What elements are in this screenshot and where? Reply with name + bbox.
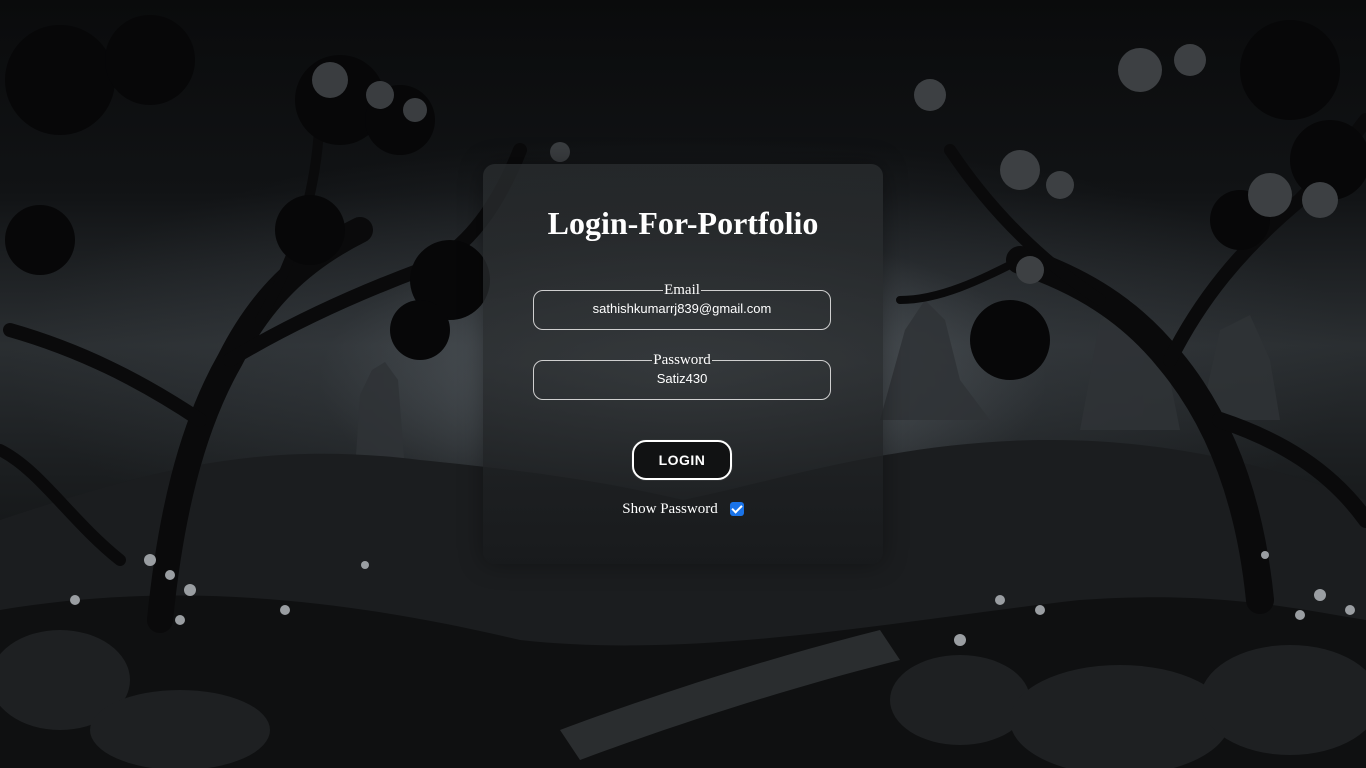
- checkmark-icon: [731, 502, 743, 514]
- password-input[interactable]: Satiz430: [542, 371, 822, 387]
- password-label: Password: [534, 351, 830, 369]
- password-field[interactable]: Password Satiz430: [533, 352, 831, 400]
- email-input[interactable]: sathishkumarrj839@gmail.com: [542, 301, 822, 317]
- email-label-text: Email: [663, 282, 701, 299]
- password-label-text: Password: [652, 352, 712, 369]
- show-password-row: Show Password: [483, 500, 883, 520]
- show-password-checkbox[interactable]: [729, 502, 744, 517]
- email-field[interactable]: Email sathishkumarrj839@gmail.com: [533, 282, 831, 330]
- page-title: Login-For-Portfolio: [547, 205, 819, 241]
- show-password-label: Show Password: [622, 501, 718, 518]
- email-label: Email: [534, 281, 830, 299]
- login-card: Login-For-Portfolio Email sathishkumarrj…: [483, 164, 883, 564]
- login-button[interactable]: LOGIN: [632, 440, 732, 480]
